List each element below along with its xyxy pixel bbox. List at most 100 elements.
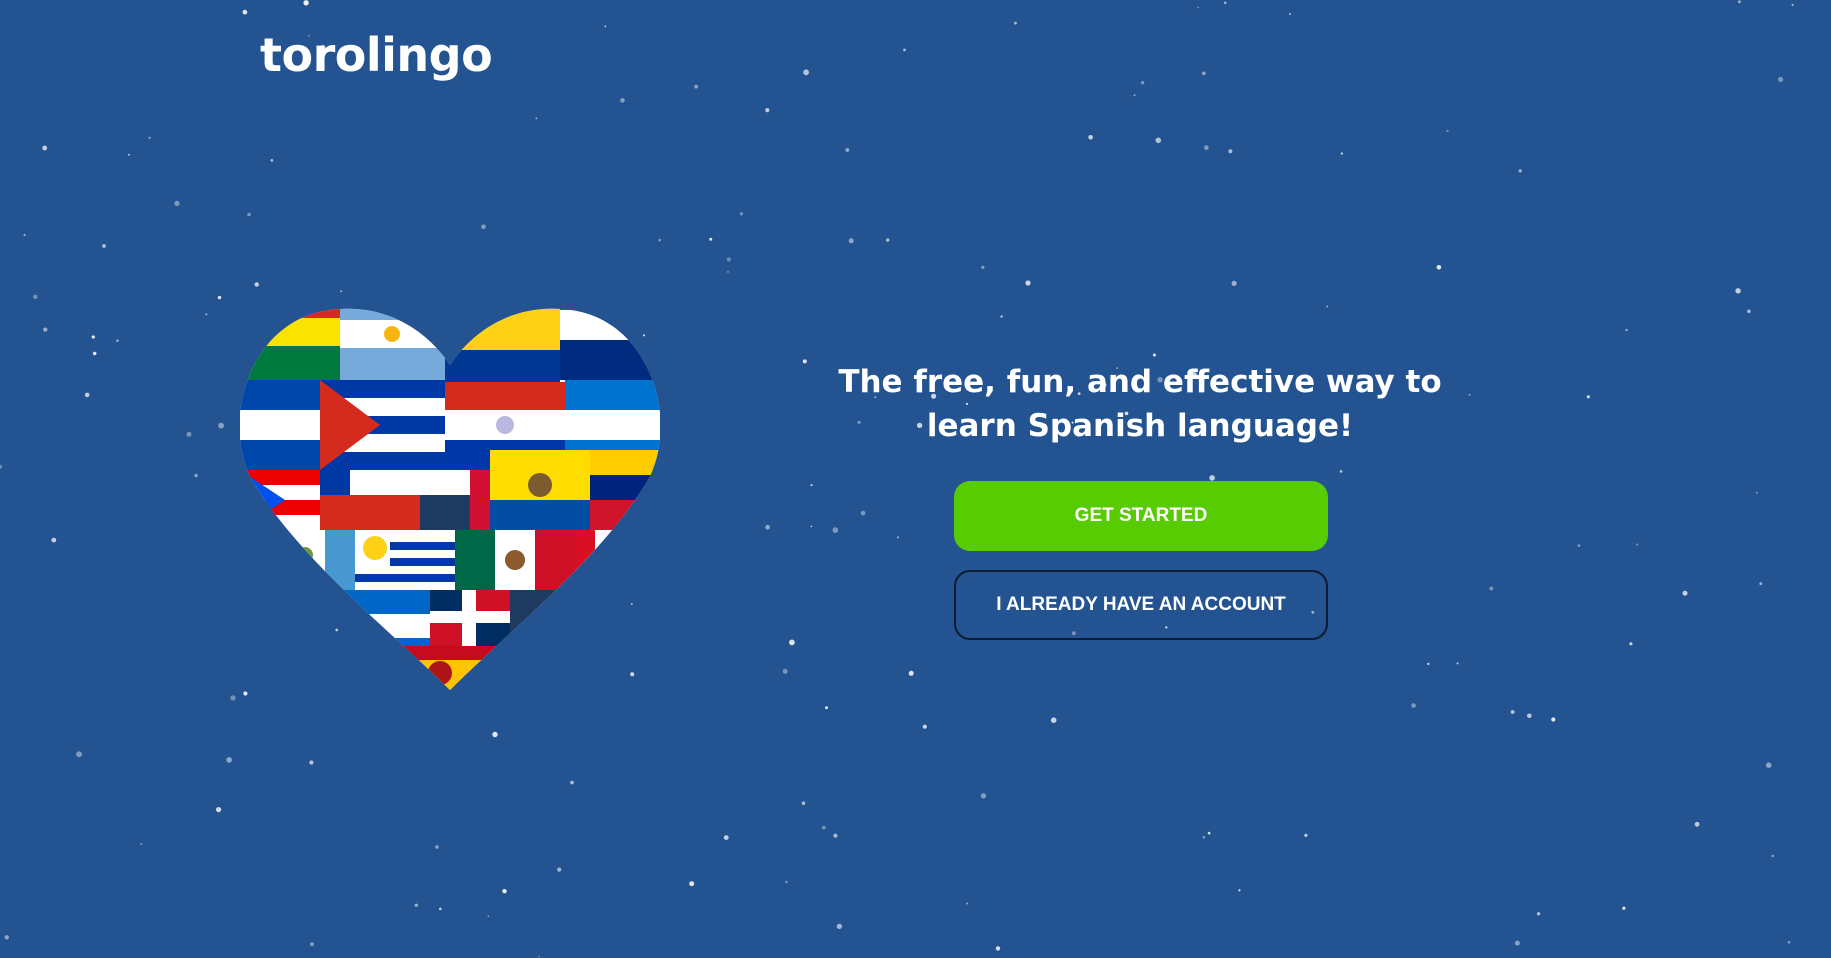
star-dot: [1577, 544, 1581, 547]
star-dot: [1791, 3, 1794, 6]
star-dot: [535, 117, 538, 120]
star-dot: [832, 527, 839, 533]
star-dot: [1339, 470, 1343, 473]
star-dot: [1304, 833, 1308, 838]
star-dot: [23, 233, 26, 237]
star-dot: [1514, 940, 1520, 946]
star-dot: [1510, 710, 1515, 714]
star-dot: [1427, 662, 1430, 666]
star-dot: [1456, 662, 1459, 665]
star-dot: [1201, 71, 1206, 76]
star-dot: [502, 889, 507, 894]
star-dot: [1536, 912, 1541, 916]
login-button[interactable]: I ALREADY HAVE AN ACCOUNT: [954, 570, 1328, 640]
star-dot: [487, 915, 490, 918]
star-dot: [226, 757, 232, 763]
star-dot: [1787, 940, 1791, 944]
star-dot: [1735, 288, 1741, 294]
star-dot: [1682, 590, 1688, 596]
star-dot: [908, 670, 914, 676]
star-dot: [1489, 586, 1494, 591]
star-dot: [1771, 854, 1774, 858]
star-dot: [1586, 395, 1590, 399]
star-dot: [414, 903, 418, 907]
star-dot: [1755, 491, 1758, 494]
star-dot: [1202, 836, 1206, 839]
star-dot: [803, 69, 809, 76]
star-dot: [91, 335, 95, 339]
star-dot: [860, 510, 866, 516]
star-dot: [310, 942, 314, 946]
star-dot: [205, 313, 208, 316]
star-dot: [1629, 642, 1633, 646]
star-dot: [1340, 152, 1343, 155]
star-dot: [43, 327, 48, 332]
star-dot: [1209, 475, 1215, 481]
star-dot: [4, 935, 9, 940]
star-dot: [833, 833, 838, 838]
star-dot: [727, 271, 729, 273]
star-dot: [689, 881, 695, 887]
star-dot: [845, 148, 850, 152]
star-dot: [1000, 315, 1003, 318]
star-dot: [1025, 280, 1031, 286]
star-dot: [1133, 94, 1136, 97]
star-dot: [1636, 543, 1639, 546]
star-dot: [309, 760, 314, 765]
star-dot: [1197, 6, 1200, 9]
star-dot: [1436, 265, 1442, 270]
star-dot: [825, 706, 828, 710]
star-dot: [1207, 831, 1211, 835]
star-dot: [242, 9, 248, 15]
star-dot: [658, 238, 661, 242]
star-dot: [1446, 129, 1449, 133]
star-dot: [186, 431, 192, 437]
star-dot: [1224, 1, 1227, 4]
star-dot: [538, 955, 540, 958]
star-dot: [174, 200, 180, 206]
star-dot: [570, 780, 574, 785]
star-dot: [694, 84, 698, 89]
star-dot: [33, 294, 38, 299]
star-dot: [116, 339, 119, 343]
star-dot: [1140, 81, 1145, 85]
star-dot: [765, 108, 770, 113]
star-dot: [785, 880, 788, 884]
star-dot: [836, 923, 843, 930]
star-dot: [709, 237, 713, 241]
star-dot: [903, 48, 906, 52]
star-dot: [76, 751, 83, 758]
star-dot: [739, 212, 744, 216]
star-dot: [1551, 717, 1556, 722]
star-dot: [492, 731, 498, 738]
star-dot: [1411, 703, 1416, 708]
star-dot: [1747, 309, 1751, 314]
star-dot: [848, 238, 854, 244]
star-dot: [1155, 137, 1162, 144]
star-dot: [230, 695, 236, 701]
star-dot: [435, 845, 439, 849]
star-dot: [789, 639, 795, 646]
star-dot: [822, 825, 826, 830]
get-started-button[interactable]: GET STARTED: [954, 481, 1328, 551]
star-dot: [303, 0, 309, 6]
star-dot: [128, 153, 131, 156]
star-dot: [765, 524, 770, 530]
star-dot: [1759, 582, 1763, 586]
star-dot: [995, 946, 1001, 951]
star-dot: [1765, 762, 1772, 768]
star-dot: [782, 668, 788, 674]
brand-logo[interactable]: torolingo: [260, 28, 493, 82]
star-dot: [1238, 889, 1241, 892]
star-dot: [1737, 0, 1741, 4]
star-dot: [1228, 149, 1233, 154]
star-dot: [42, 145, 48, 151]
star-dot: [1050, 717, 1057, 723]
star-dot: [247, 212, 251, 217]
star-dot: [1518, 169, 1522, 173]
star-dot: [604, 25, 607, 28]
star-dot: [810, 484, 813, 487]
star-dot: [726, 257, 731, 262]
star-dot: [1622, 906, 1626, 910]
star-dot: [557, 867, 562, 872]
